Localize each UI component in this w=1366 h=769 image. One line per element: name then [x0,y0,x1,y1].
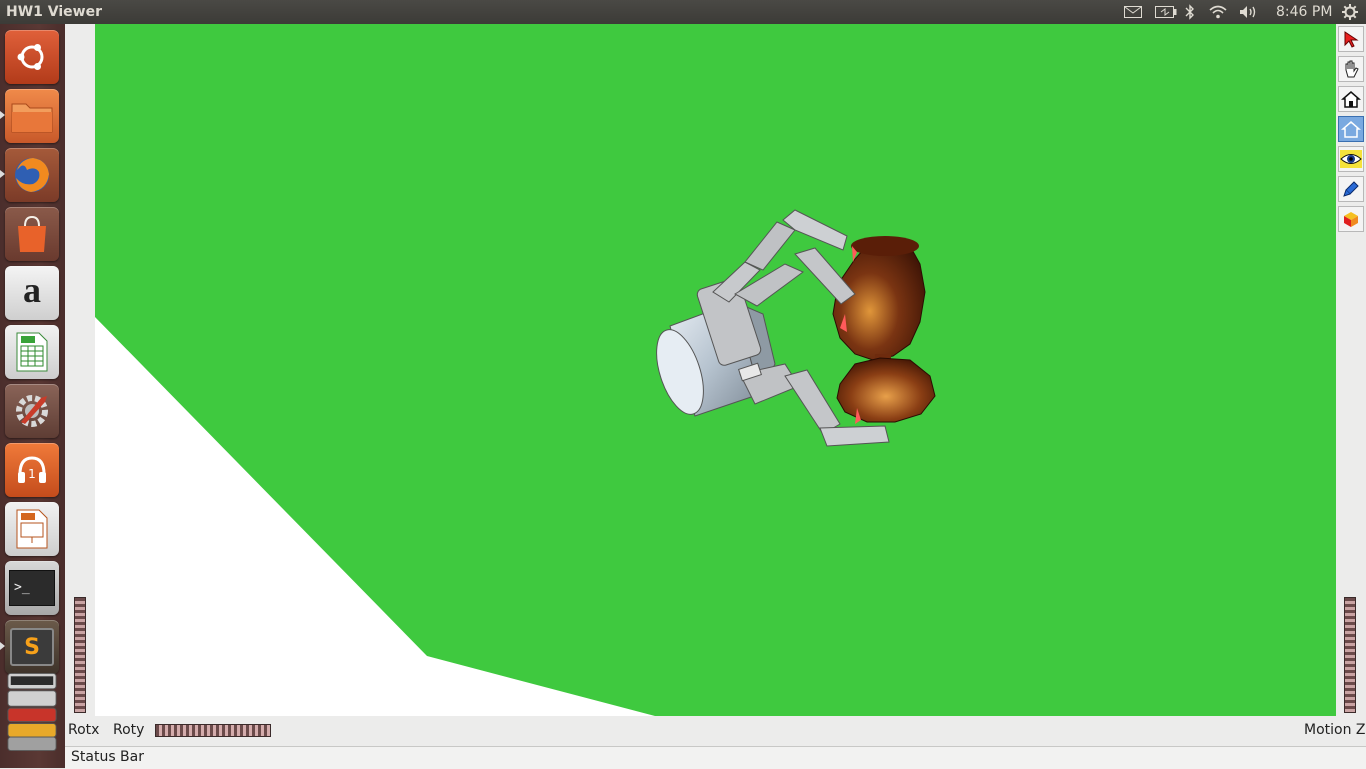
launcher-ubuntu-one-music[interactable]: 1 [5,443,59,497]
launcher-stacked-apps[interactable] [5,672,59,752]
status-text: Status Bar [71,749,145,765]
firefox-icon [15,158,49,192]
volume-icon[interactable] [1238,0,1260,24]
wine-glass [832,236,936,424]
battery-icon[interactable] [1154,0,1178,24]
folder-icon [11,103,53,133]
gripper-and-glass-scene [656,209,936,447]
launcher-files[interactable] [5,89,59,143]
mail-icon[interactable] [1122,0,1144,24]
motionz-thumbwheel[interactable] [1344,597,1356,713]
launcher-amazon[interactable]: a [5,266,59,320]
roty-thumbwheel[interactable] [155,724,271,737]
launcher-firefox[interactable] [5,148,59,202]
terminal-icon: >_ [9,570,55,606]
launcher-sublime-text[interactable]: S [5,620,59,674]
view-all-eye-icon[interactable] [1338,146,1364,172]
launcher-libreoffice-calc[interactable] [5,325,59,379]
rotx-label: Rotx [68,722,100,738]
set-home-icon[interactable] [1338,116,1364,142]
sublime-icon: S [10,628,54,666]
launcher-ubuntu-dash[interactable] [5,30,59,84]
power-gear-icon[interactable] [1340,0,1360,24]
window-title: HW1 Viewer [6,4,102,20]
roty-label: Roty [113,722,145,738]
wifi-icon[interactable] [1206,0,1230,24]
settings-wrench-icon [16,395,48,427]
launcher: a 1 >_ S [0,24,66,768]
presentation-icon [16,509,48,549]
hand-pan-icon[interactable] [1338,56,1364,82]
3d-viewport[interactable] [95,24,1336,716]
svg-text:1: 1 [28,467,36,481]
rotx-thumbwheel[interactable] [74,597,86,713]
motionz-label: Motion Z [1304,722,1366,738]
running-indicator [0,111,5,119]
launcher-software-center[interactable] [5,207,59,261]
shopping-bag-icon [18,215,46,252]
projection-cube-icon[interactable] [1338,206,1364,232]
top-panel: HW1 Viewer 8:46 PM [0,0,1366,24]
home-icon[interactable] [1338,86,1364,112]
bluetooth-icon[interactable] [1182,0,1198,24]
running-indicator [0,170,5,178]
music-headphones-icon: 1 [18,456,46,483]
running-indicator [0,642,5,650]
launcher-libreoffice-impress[interactable] [5,502,59,556]
launcher-terminal[interactable]: >_ [5,561,59,615]
status-bar: Status Bar [65,746,1366,769]
launcher-system-settings[interactable] [5,384,59,438]
stacked-apps-icon [7,672,57,752]
spreadsheet-icon [16,332,48,372]
clock[interactable]: 8:46 PM [1276,0,1332,24]
seek-icon[interactable] [1338,176,1364,202]
ubuntu-logo-icon [17,44,44,70]
select-arrow-icon[interactable] [1338,26,1364,52]
viewer-toolbar [1336,24,1366,244]
amazon-icon: a [23,270,41,310]
